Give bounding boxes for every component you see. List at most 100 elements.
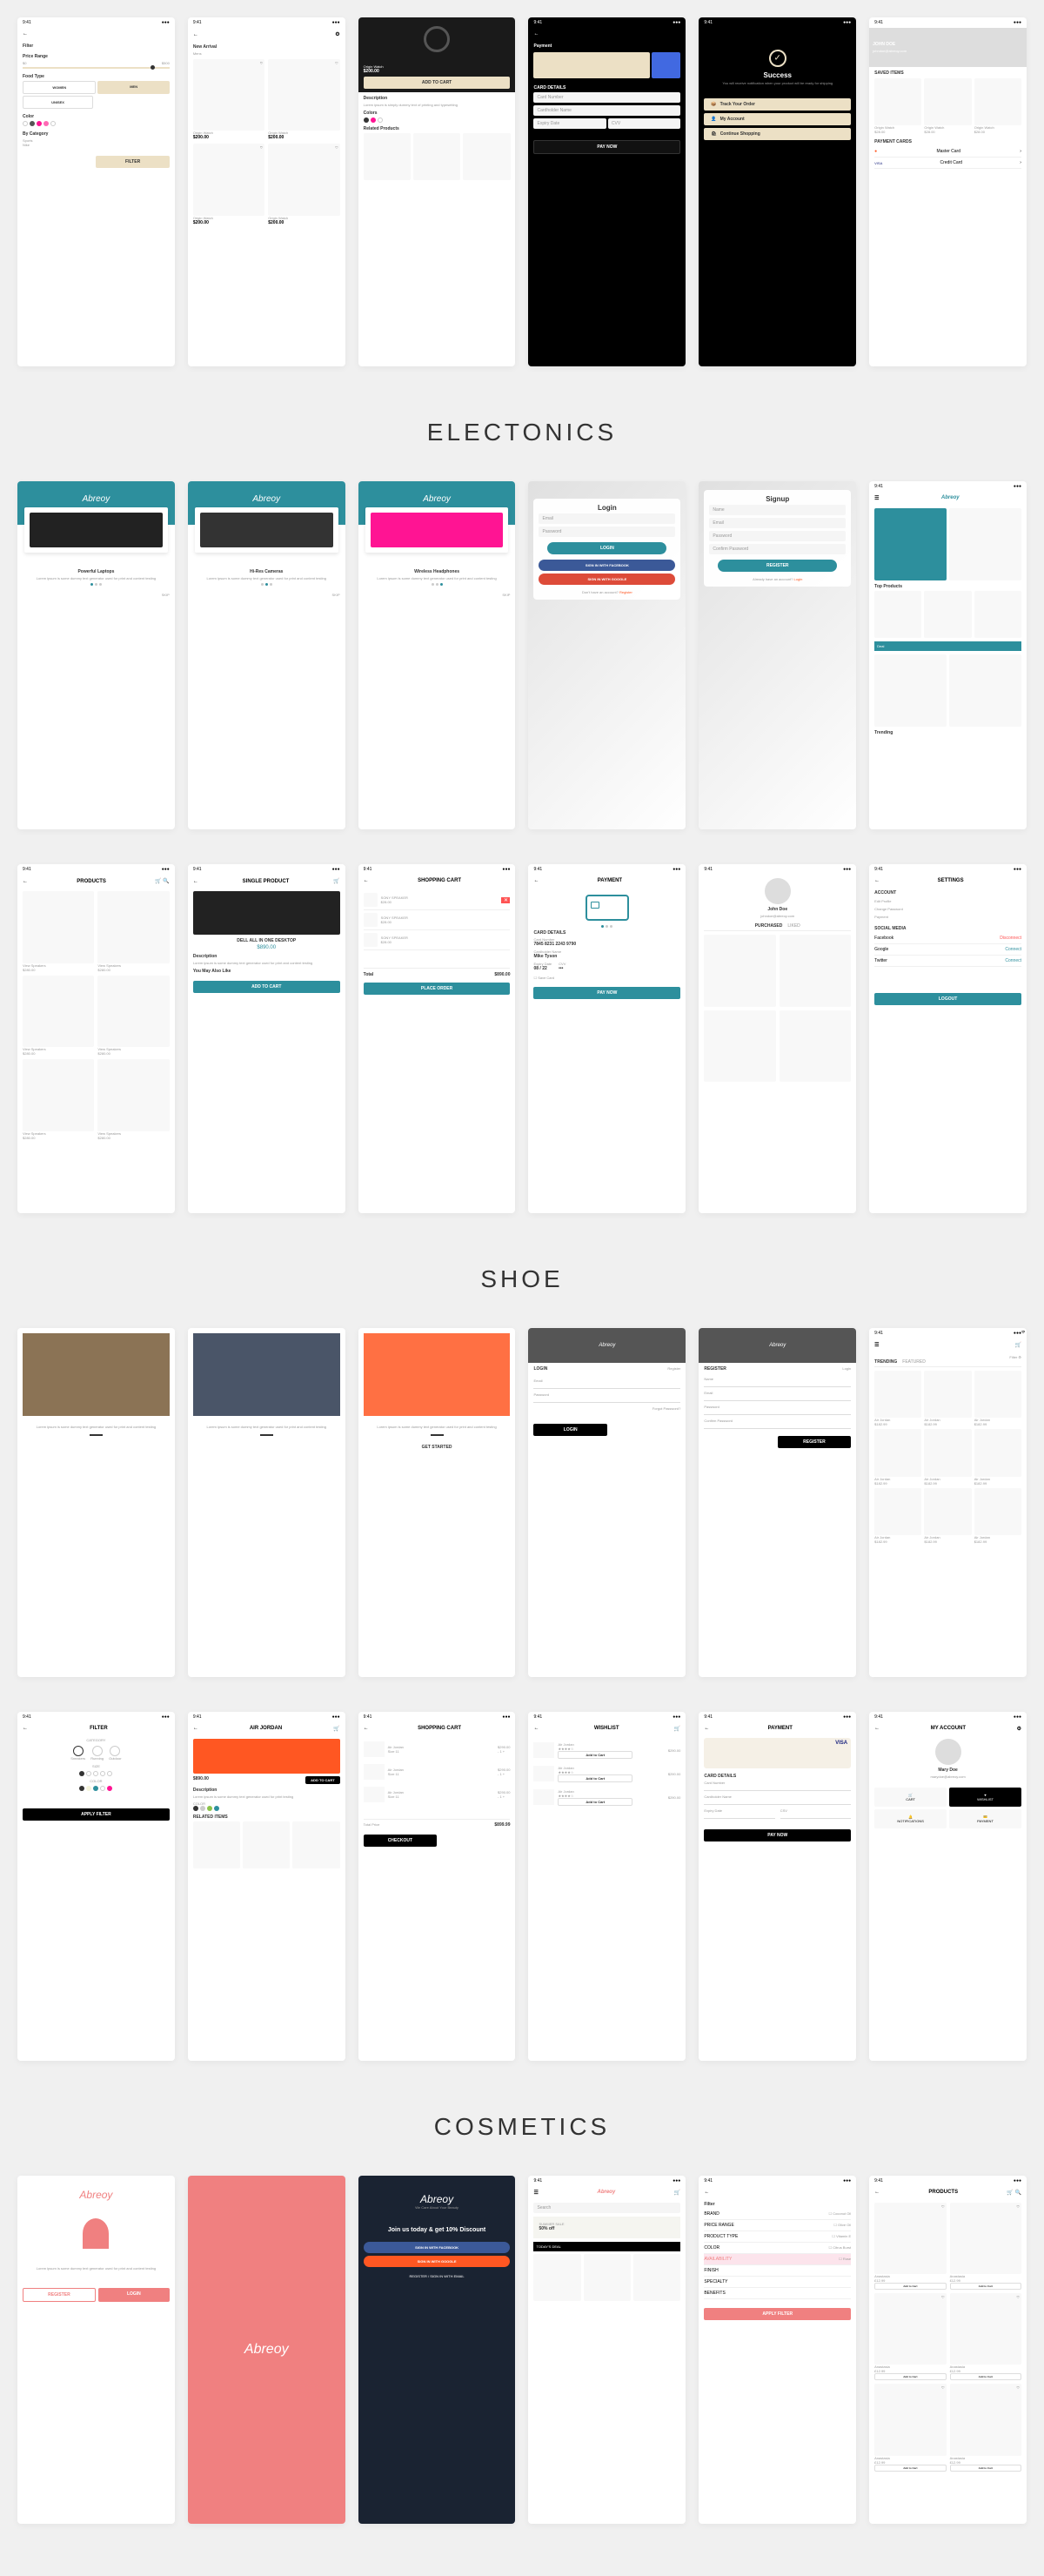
skip-button[interactable]: SKIP [364, 593, 511, 597]
password-input[interactable]: Password [539, 527, 675, 537]
menu-icon[interactable]: ☰ [533, 2190, 538, 2196]
back-icon[interactable]: ← [23, 879, 28, 884]
add-to-cart-button[interactable]: ADD TO CART [364, 77, 511, 89]
back-icon[interactable]: ← [874, 878, 880, 883]
heart-icon[interactable]: ♡ [335, 145, 338, 150]
purchased-tab[interactable]: PURCHASED [755, 923, 783, 929]
my-account-button[interactable]: 👤My Account [704, 113, 851, 125]
confirm-password-input[interactable] [704, 1423, 851, 1429]
back-icon[interactable]: ← [874, 1726, 880, 1731]
product-card[interactable]: ♡ Origin Watch $200.00 [193, 59, 264, 140]
back-icon[interactable]: ← [193, 1726, 198, 1731]
skip-button[interactable]: SKIP [23, 593, 170, 597]
disconnect-button[interactable]: Disconnect [1000, 936, 1021, 941]
cart-icon[interactable]: 🛒 🔍 [1007, 2190, 1021, 2196]
wishlist-option[interactable]: ♥WISHLIST [949, 1788, 1021, 1807]
cvv-input[interactable]: CVV [608, 118, 680, 129]
heart-icon[interactable]: ♡ [260, 145, 264, 150]
product-card[interactable]: ♡ Origin Watch $200.00 [268, 144, 339, 225]
register-button[interactable]: REGISTER [778, 1436, 851, 1448]
checkout-button[interactable]: CHECKOUT [364, 1835, 437, 1847]
email-input[interactable]: Email [539, 513, 675, 524]
back-icon[interactable]: ← [874, 2190, 880, 2195]
type-men[interactable]: MEN [97, 81, 169, 94]
type-unisex[interactable]: UNISEX [23, 96, 93, 109]
continue-shopping-button[interactable]: 🛍Continue Shopping [704, 128, 851, 140]
price-slider[interactable] [23, 67, 170, 69]
track-order-button[interactable]: 📦Track Your Order [704, 98, 851, 111]
google-button[interactable]: SIGN IN WITH GOOGLE [539, 574, 675, 585]
product-card[interactable]: ♡ Origin Watch $200.00 [268, 59, 339, 140]
back-icon[interactable]: ← [533, 1726, 539, 1731]
back-icon[interactable]: ← [704, 2190, 709, 2195]
cart-icon[interactable]: 🛒 [1014, 1342, 1021, 1348]
cart-icon[interactable]: 🛒 [674, 2190, 680, 2196]
login-button[interactable]: LOGIN [98, 2288, 170, 2302]
cardholder-input[interactable]: Cardholder Name [533, 105, 680, 116]
search-input[interactable]: Search [533, 2203, 680, 2213]
forgot-link[interactable]: Forgot Password? [533, 1406, 680, 1411]
facebook-button[interactable]: SIGN IN WITH FACEBOOK [364, 2242, 511, 2253]
skip-button[interactable]: SKIP [193, 593, 340, 597]
connect-button[interactable]: Connect [1005, 947, 1021, 952]
change-password-link[interactable]: Change Password [874, 905, 1021, 913]
liked-tab[interactable]: LIKED [787, 923, 800, 929]
filter-button[interactable]: FILTER [96, 156, 169, 168]
card-number-input[interactable] [704, 1785, 851, 1791]
apply-filter-button[interactable]: APPLY FILTER [23, 1808, 170, 1821]
payment-option[interactable]: 💳PAYMENT [949, 1809, 1021, 1828]
product-card[interactable]: ♡ Origin Watch $200.00 [193, 144, 264, 225]
heart-icon[interactable]: ♡ [260, 61, 264, 65]
confirm-password-input[interactable]: Confirm Password [709, 544, 846, 554]
cart-icon[interactable]: 🛒 🔍 [155, 878, 170, 884]
back-icon[interactable]: ← [364, 1726, 369, 1731]
place-order-button[interactable]: PLACE ORDER [364, 983, 511, 995]
pay-now-button[interactable]: PAY NOW [533, 987, 680, 999]
google-button[interactable]: SIGN IN WITH GOOGLE [364, 2256, 511, 2267]
name-input[interactable]: Name [709, 505, 846, 515]
register-button[interactable]: REGISTER [23, 2288, 96, 2302]
csv-input[interactable] [780, 1813, 851, 1819]
login-button[interactable]: LOGIN [547, 542, 666, 554]
add-to-cart-button[interactable]: ADD TO CART [193, 981, 340, 993]
login-button[interactable]: LOGIN [533, 1424, 606, 1436]
email-input[interactable] [533, 1383, 680, 1389]
expiry-input[interactable] [704, 1813, 774, 1819]
email-input[interactable] [704, 1395, 851, 1401]
type-women[interactable]: WOMEN [23, 81, 96, 94]
logout-button[interactable]: LOGOUT [874, 993, 1021, 1005]
trending-tab[interactable]: TRENDING [874, 1359, 897, 1365]
login-link[interactable]: Login [794, 577, 803, 581]
password-input[interactable] [704, 1409, 851, 1415]
menu-icon[interactable]: ☰ [874, 495, 879, 501]
add-to-cart-button[interactable]: ADD TO CART [305, 1776, 339, 1784]
heart-icon[interactable]: ♡ [335, 61, 338, 65]
pay-now-button[interactable]: PAY NOW [704, 1829, 851, 1841]
apply-filter-button[interactable]: APPLY FILTER [704, 2308, 851, 2320]
register-link[interactable]: Register [619, 590, 632, 594]
cart-option[interactable]: 🛒CART [874, 1788, 947, 1807]
register-link[interactable]: Register [667, 1366, 680, 1373]
back-icon[interactable]: ← [193, 879, 198, 884]
menu-icon[interactable]: ☰ [874, 1342, 879, 1348]
featured-tab[interactable]: FEATURED [902, 1359, 926, 1365]
facebook-button[interactable]: SIGN IN WITH FACEBOOK [539, 560, 675, 571]
register-button[interactable]: REGISTER [718, 560, 837, 572]
email-input[interactable]: Email [709, 518, 846, 528]
get-started-button[interactable]: GET STARTED [364, 1445, 511, 1450]
card-number-input[interactable]: Card Number [533, 92, 680, 103]
notifications-option[interactable]: 🔔NOTIFICATIONS [874, 1809, 947, 1828]
cart-icon[interactable]: 🛒 [333, 1726, 339, 1732]
login-link[interactable]: Login [842, 1366, 851, 1373]
edit-profile-link[interactable]: Edit Profile [874, 897, 1021, 905]
name-input[interactable] [704, 1381, 851, 1387]
email-register-link[interactable]: REGISTER / SIGN IN WITH EMAIL [364, 2274, 511, 2278]
password-input[interactable] [533, 1397, 680, 1403]
cart-icon[interactable]: 🛒 [674, 1726, 680, 1732]
cardholder-input[interactable] [704, 1799, 851, 1805]
back-icon[interactable]: ← [23, 1726, 28, 1731]
filter-button[interactable]: Filter [1009, 1355, 1017, 1359]
cart-icon[interactable]: 🛒 [333, 878, 339, 884]
settings-icon[interactable]: ⚙ [1017, 1726, 1021, 1732]
password-input[interactable]: Password [709, 531, 846, 541]
